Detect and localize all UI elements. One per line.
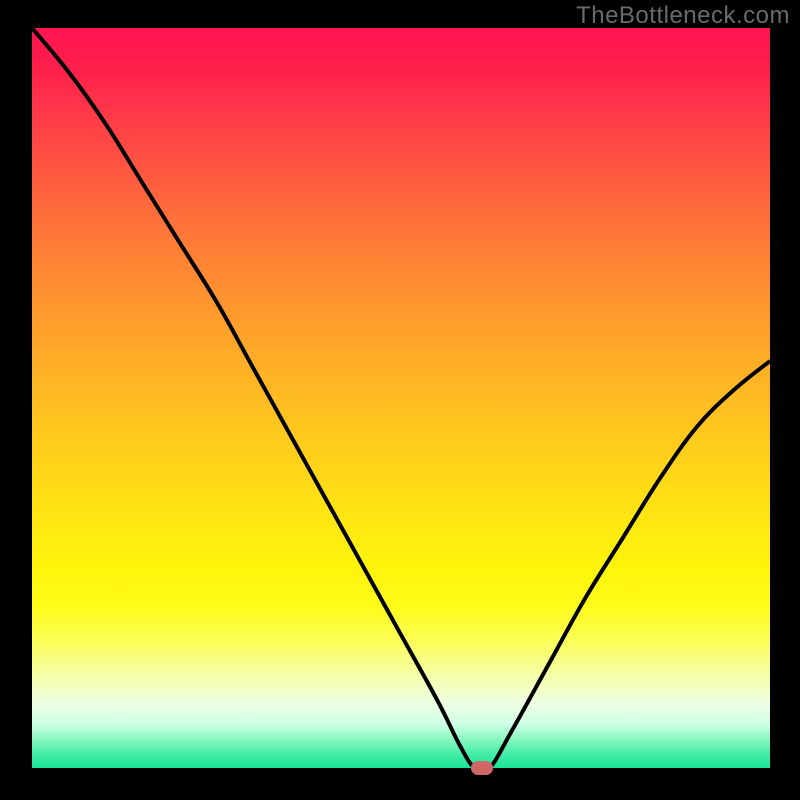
optimal-marker <box>471 761 493 775</box>
plot-area <box>32 28 770 768</box>
curve-layer <box>32 28 770 768</box>
watermark: TheBottleneck.com <box>576 2 790 30</box>
chart-container: TheBottleneck.com <box>0 0 800 800</box>
bottleneck-curve <box>32 28 770 768</box>
